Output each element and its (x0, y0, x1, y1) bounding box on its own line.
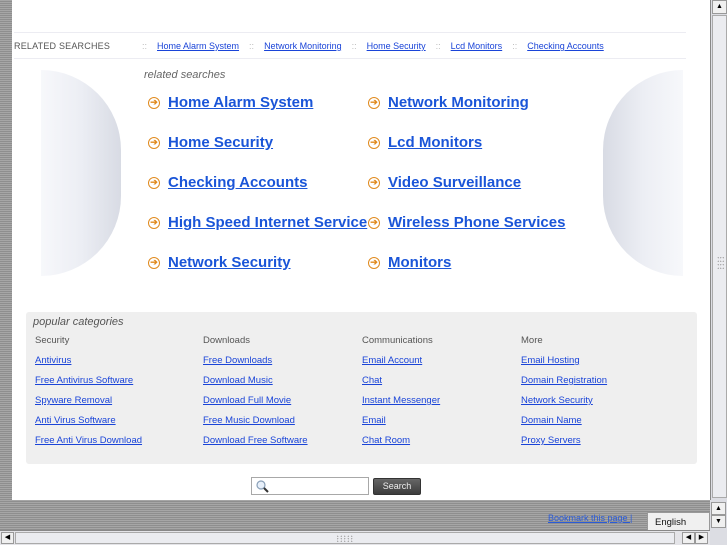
related-search-link[interactable]: Wireless Phone Services (388, 214, 565, 231)
left-border-strip (0, 0, 12, 500)
bookmark-link[interactable]: Bookmark this page | (548, 513, 632, 523)
arrow-right-icon: ➔ (148, 176, 160, 189)
related-search-item[interactable]: ➔ Monitors (368, 254, 451, 271)
related-search-item[interactable]: ➔ Network Monitoring (368, 94, 529, 111)
related-search-link[interactable]: High Speed Internet Service (168, 214, 367, 231)
category-link[interactable]: Spyware Removal (35, 395, 142, 415)
related-search-item[interactable]: ➔ Network Security (148, 254, 291, 271)
category-heading: Security (35, 335, 70, 346)
scroll-left-icon[interactable]: ◀ (682, 532, 695, 544)
magnifier-icon (256, 480, 269, 493)
scrollbar-thumb[interactable] (15, 532, 675, 544)
popular-categories-panel: popular categories Security Antivirus Fr… (26, 312, 697, 464)
search-input[interactable] (251, 477, 369, 495)
category-link[interactable]: Download Free Software (203, 435, 308, 455)
category-column-more: More Email Hosting Domain Registration N… (521, 335, 607, 455)
arrow-right-icon: ➔ (368, 96, 380, 109)
category-link[interactable]: Email (362, 415, 440, 435)
related-searches-bar: RELATED SEARCHES :: Home Alarm System ::… (14, 35, 686, 57)
divider (14, 58, 686, 59)
related-search-item[interactable]: ➔ Video Surveillance (368, 174, 521, 191)
category-column-communications: Communications Email Account Chat Instan… (362, 335, 440, 455)
category-link[interactable]: Chat (362, 375, 440, 395)
language-list-scrollbar[interactable]: ▲ ▼ (710, 500, 727, 530)
related-search-link[interactable]: Video Surveillance (388, 174, 521, 191)
category-link[interactable]: Proxy Servers (521, 435, 607, 455)
related-search-link[interactable]: Checking Accounts (168, 174, 307, 191)
scroll-left-icon[interactable]: ◀ (1, 532, 14, 544)
category-link[interactable]: Antivirus (35, 355, 142, 375)
separator: :: (435, 41, 441, 51)
category-link[interactable]: Free Downloads (203, 355, 308, 375)
separator: :: (351, 41, 357, 51)
arrow-right-icon: ➔ (368, 256, 380, 269)
related-search-item[interactable]: ➔ Home Alarm System (148, 94, 313, 111)
category-link[interactable]: Download Music (203, 375, 308, 395)
scroll-up-icon[interactable]: ▲ (711, 502, 726, 515)
popular-categories-title: popular categories (33, 316, 124, 328)
category-link[interactable]: Domain Name (521, 415, 607, 435)
category-link[interactable]: Anti Virus Software (35, 415, 142, 435)
related-bar-link[interactable]: Home Alarm System (157, 41, 239, 51)
scrollbar-thumb[interactable] (712, 15, 727, 498)
related-bar-link[interactable]: Lcd Monitors (451, 41, 503, 51)
language-select[interactable]: English (647, 512, 710, 531)
category-link[interactable]: Network Security (521, 395, 607, 415)
related-search-item[interactable]: ➔ Wireless Phone Services (368, 214, 565, 231)
category-link[interactable]: Free Antivirus Software (35, 375, 142, 395)
related-search-item[interactable]: ➔ Checking Accounts (148, 174, 307, 191)
category-column-security: Security Antivirus Free Antivirus Softwa… (35, 335, 142, 455)
scroll-right-icon[interactable]: ▶ (695, 532, 708, 544)
related-search-link[interactable]: Home Alarm System (168, 94, 313, 111)
scroll-buttons: ◀ ▶ (682, 532, 708, 544)
related-search-link[interactable]: Home Security (168, 134, 273, 151)
horizontal-scrollbar[interactable]: ◀ ◀ ▶ (0, 530, 710, 545)
arrow-right-icon: ➔ (148, 216, 160, 229)
related-bar-link[interactable]: Network Monitoring (264, 41, 342, 51)
category-heading: Communications (362, 335, 433, 346)
scroll-up-icon[interactable]: ▲ (712, 0, 727, 14)
related-search-item[interactable]: ➔ Home Security (148, 134, 273, 151)
arrow-right-icon: ➔ (368, 176, 380, 189)
related-bar-link[interactable]: Checking Accounts (527, 41, 604, 51)
category-link[interactable]: Download Full Movie (203, 395, 308, 415)
category-link[interactable]: Email Hosting (521, 355, 607, 375)
related-search-item[interactable]: ➔ High Speed Internet Service (148, 214, 367, 231)
related-search-item[interactable]: ➔ Lcd Monitors (368, 134, 482, 151)
related-search-link[interactable]: Network Monitoring (388, 94, 529, 111)
search-button[interactable]: Search (373, 477, 421, 495)
related-bar-label: RELATED SEARCHES (14, 41, 111, 51)
category-link[interactable]: Instant Messenger (362, 395, 440, 415)
vertical-scrollbar[interactable]: ▲ (710, 0, 727, 500)
related-search-link[interactable]: Network Security (168, 254, 291, 271)
arrow-right-icon: ➔ (368, 216, 380, 229)
related-searches-title: related searches (144, 69, 226, 81)
related-search-link[interactable]: Monitors (388, 254, 451, 271)
category-link[interactable]: Domain Registration (521, 375, 607, 395)
related-bar-link[interactable]: Home Security (367, 41, 426, 51)
category-link[interactable]: Email Account (362, 355, 440, 375)
category-link[interactable]: Free Anti Virus Download (35, 435, 142, 455)
arrow-right-icon: ➔ (148, 136, 160, 149)
category-link[interactable]: Free Music Download (203, 415, 308, 435)
category-heading: Downloads (203, 335, 250, 346)
separator: :: (142, 41, 148, 51)
divider (14, 32, 686, 33)
separator: :: (512, 41, 518, 51)
category-heading: More (521, 335, 543, 346)
related-search-link[interactable]: Lcd Monitors (388, 134, 482, 151)
arrow-right-icon: ➔ (368, 136, 380, 149)
scroll-down-icon[interactable]: ▼ (711, 515, 726, 528)
category-link[interactable]: Chat Room (362, 435, 440, 455)
scrollbar-corner (710, 530, 727, 545)
grip-icon (717, 256, 724, 270)
separator: :: (249, 41, 255, 51)
grip-icon (336, 535, 354, 542)
arrow-right-icon: ➔ (148, 256, 160, 269)
arrow-right-icon: ➔ (148, 96, 160, 109)
search-form: Search (251, 477, 421, 495)
category-column-downloads: Downloads Free Downloads Download Music … (203, 335, 308, 455)
